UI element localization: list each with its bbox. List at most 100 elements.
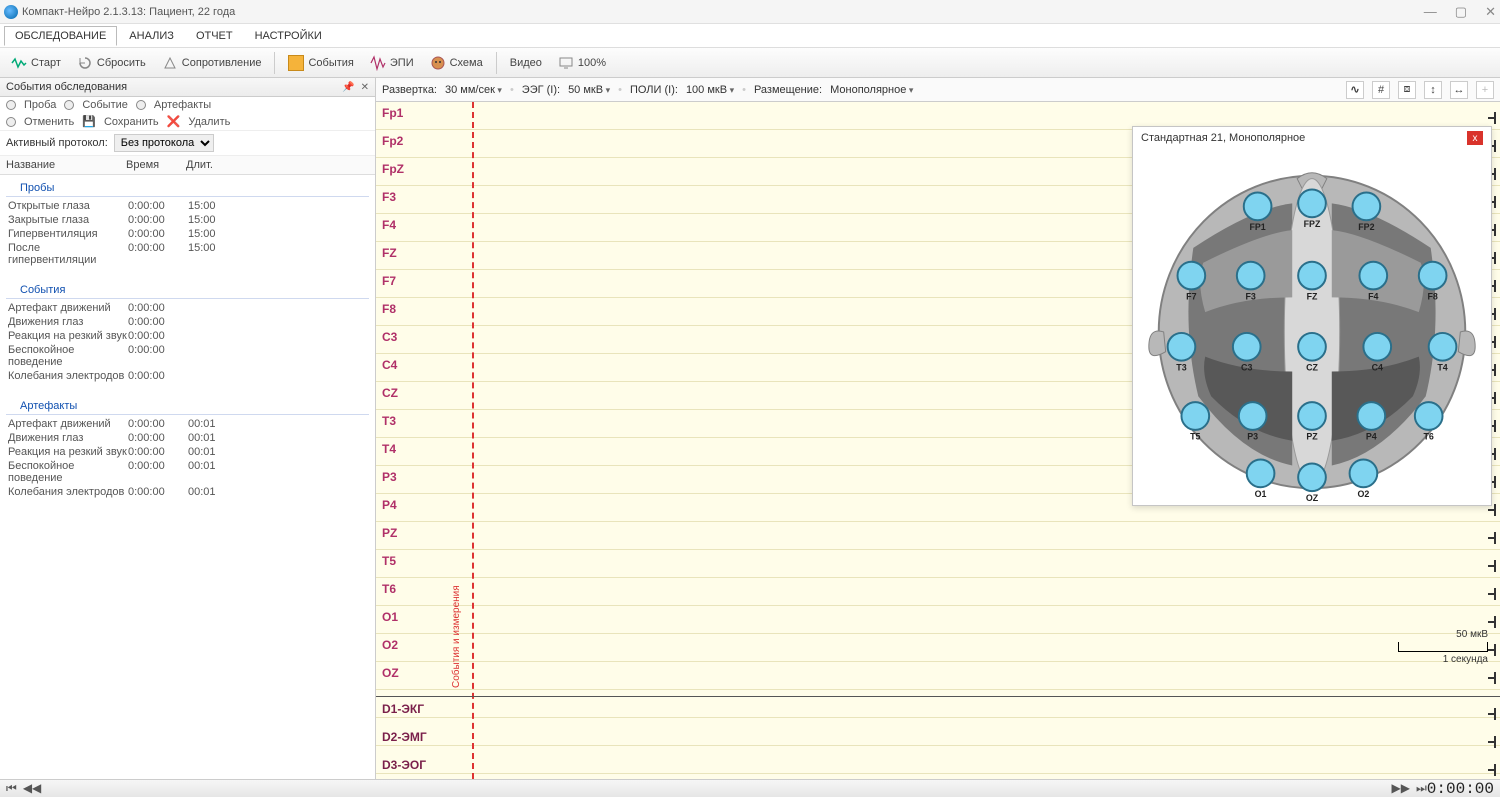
radio-icon[interactable] xyxy=(64,100,74,110)
event-actions-row: Отменить 💾 Сохранить ❌ Удалить xyxy=(0,113,375,130)
protocol-row: Активный протокол: Без протокола xyxy=(0,130,375,156)
poly-label: ПОЛИ (I): xyxy=(630,84,678,96)
list-item[interactable]: Беспокойное поведение0:00:0000:01 xyxy=(0,459,375,485)
minimize-button[interactable]: — xyxy=(1424,4,1437,20)
eeg-chart[interactable]: События и измерения Fp1Fp2FpZF3F4FZF7F8C… xyxy=(376,102,1500,779)
radio-icon[interactable] xyxy=(6,100,16,110)
artefakty-label[interactable]: Артефакты xyxy=(154,99,211,111)
tool-updown-icon[interactable]: ↕ xyxy=(1424,81,1442,99)
titlebar: Компакт-Нейро 2.1.3.13: Пациент, 22 года… xyxy=(0,0,1500,24)
scheme-button[interactable]: Схема xyxy=(423,52,490,74)
list-item[interactable]: Колебания электродов0:00:0000:01 xyxy=(0,485,375,499)
undo-icon[interactable] xyxy=(6,117,16,127)
reset-button[interactable]: Сбросить xyxy=(70,52,153,74)
zoom-button[interactable]: 100% xyxy=(551,52,613,74)
tool-ruler-icon[interactable]: ⧈ xyxy=(1398,81,1416,99)
sweep-select[interactable]: 30 мм/сек xyxy=(445,84,502,96)
toolbar: Старт Сбросить Сопротивление События ЭПИ… xyxy=(0,48,1500,78)
svg-text:FP1: FP1 xyxy=(1249,222,1265,232)
time-label: 1 секунда xyxy=(1398,654,1488,665)
head-icon xyxy=(430,55,446,71)
wave-icon xyxy=(11,55,27,71)
undo-label[interactable]: Отменить xyxy=(24,116,74,128)
svg-text:C3: C3 xyxy=(1241,363,1252,373)
forward-icon[interactable]: ▶▶ xyxy=(1392,781,1410,796)
list-item[interactable]: Реакция на резкий звук0:00:00 xyxy=(0,329,375,343)
list-item[interactable]: Движения глаз0:00:0000:01 xyxy=(0,431,375,445)
channel-label: Fp2 xyxy=(382,134,403,148)
col-name: Название xyxy=(6,159,126,171)
svg-text:FP2: FP2 xyxy=(1358,222,1374,232)
svg-text:F8: F8 xyxy=(1427,291,1437,301)
forward-end-icon[interactable]: ⏭ xyxy=(1416,781,1427,796)
list-item[interactable]: Открытые глаза0:00:0015:00 xyxy=(0,199,375,213)
delete-label[interactable]: Удалить xyxy=(188,116,230,128)
close-button[interactable]: ✕ xyxy=(1485,4,1496,20)
video-button[interactable]: Видео xyxy=(503,54,549,72)
rewind-icon[interactable]: ◀◀ xyxy=(23,781,41,796)
head-panel-title: Стандартная 21, Монополярное xyxy=(1141,132,1305,144)
epi-icon xyxy=(370,55,386,71)
svg-text:F3: F3 xyxy=(1246,291,1256,301)
maximize-button[interactable]: ▢ xyxy=(1455,4,1467,20)
list-item[interactable]: Беспокойное поведение0:00:00 xyxy=(0,343,375,369)
channel-label: FZ xyxy=(382,246,397,260)
timeline-scrollbar[interactable]: ⏮ ◀◀ ▶▶ ⏭ 0:00:00 xyxy=(0,779,1500,797)
list-item[interactable]: Артефакт движений0:00:00 xyxy=(0,301,375,315)
save-icon[interactable]: 💾 xyxy=(82,115,96,128)
channel-label: C4 xyxy=(382,358,397,372)
list-item[interactable]: Движения глаз0:00:00 xyxy=(0,315,375,329)
channel-label: C3 xyxy=(382,330,397,344)
rewind-start-icon[interactable]: ⏮ xyxy=(6,781,17,796)
impedance-button[interactable]: Сопротивление xyxy=(155,52,269,74)
list-item[interactable]: Реакция на резкий звук0:00:0000:01 xyxy=(0,445,375,459)
electrode-map-panel[interactable]: Стандартная 21, Монополярное x FP1 FPZ FP2… xyxy=(1132,126,1492,506)
tool-grid-icon[interactable]: # xyxy=(1372,81,1390,99)
channel-label: D3-ЭОГ xyxy=(382,758,426,772)
tab-analysis[interactable]: АНАЛИЗ xyxy=(119,27,184,45)
events-button[interactable]: События xyxy=(281,52,360,74)
list-item[interactable]: После гипервентиляции0:00:0015:00 xyxy=(0,241,375,267)
menubar: ОБСЛЕДОВАНИЕ АНАЛИЗ ОТЧЕТ НАСТРОЙКИ xyxy=(0,24,1500,48)
tool-leftright-icon[interactable]: ↔ xyxy=(1450,81,1468,99)
proba-label[interactable]: Проба xyxy=(24,99,56,111)
delete-icon[interactable]: ❌ xyxy=(167,115,181,128)
svg-text:PZ: PZ xyxy=(1306,432,1318,442)
tab-exam[interactable]: ОБСЛЕДОВАНИЕ xyxy=(4,26,117,46)
channel-label: O2 xyxy=(382,638,398,652)
electrode-oz[interactable]: OZ xyxy=(1298,463,1326,503)
svg-text:T3: T3 xyxy=(1176,363,1186,373)
eeg-select[interactable]: 50 мкВ xyxy=(568,84,610,96)
montage-select[interactable]: Монополярное xyxy=(830,84,913,96)
electrode-o2[interactable]: O2 xyxy=(1350,460,1378,500)
protocol-select[interactable]: Без протокола xyxy=(114,134,214,152)
list-item[interactable]: Закрытые глаза0:00:0015:00 xyxy=(0,213,375,227)
close-icon[interactable]: x xyxy=(1467,131,1483,145)
tool-wave-icon[interactable]: ∿ xyxy=(1346,81,1364,99)
list-item[interactable]: Гипервентиляция0:00:0015:00 xyxy=(0,227,375,241)
tab-settings[interactable]: НАСТРОЙКИ xyxy=(245,27,332,45)
montage-label: Размещение: xyxy=(754,84,822,96)
main-area: Развертка: 30 мм/сек • ЭЭГ (I): 50 мкВ •… xyxy=(376,78,1500,779)
svg-text:FPZ: FPZ xyxy=(1304,219,1321,229)
poly-select[interactable]: 100 мкВ xyxy=(686,84,734,96)
radio-icon[interactable] xyxy=(136,100,146,110)
amplitude-label: 50 мкВ xyxy=(1398,629,1488,640)
sweep-label: Развертка: xyxy=(382,84,437,96)
channel-label: Fp1 xyxy=(382,106,403,120)
tab-report[interactable]: ОТЧЕТ xyxy=(186,27,243,45)
electrode-o1[interactable]: O1 xyxy=(1247,460,1275,500)
pin-icon[interactable]: 📌 xyxy=(342,82,354,93)
list-item[interactable]: Колебания электродов0:00:00 xyxy=(0,369,375,383)
list-item[interactable]: Артефакт движений0:00:0000:01 xyxy=(0,417,375,431)
head-diagram: FP1FPZFP2F7F3FZF4F8T3C3CZC4T4T5P3PZP4T6O… xyxy=(1133,149,1491,505)
tool-plus-icon[interactable]: + xyxy=(1476,81,1494,99)
epi-button[interactable]: ЭПИ xyxy=(363,52,421,74)
save-label[interactable]: Сохранить xyxy=(104,116,159,128)
sobytie-label[interactable]: Событие xyxy=(82,99,128,111)
start-button[interactable]: Старт xyxy=(4,52,68,74)
folder-icon xyxy=(288,55,304,71)
close-icon[interactable]: ✕ xyxy=(361,82,369,93)
cursor-marker[interactable] xyxy=(472,102,474,779)
sidebar-title: События обследования xyxy=(6,81,127,93)
